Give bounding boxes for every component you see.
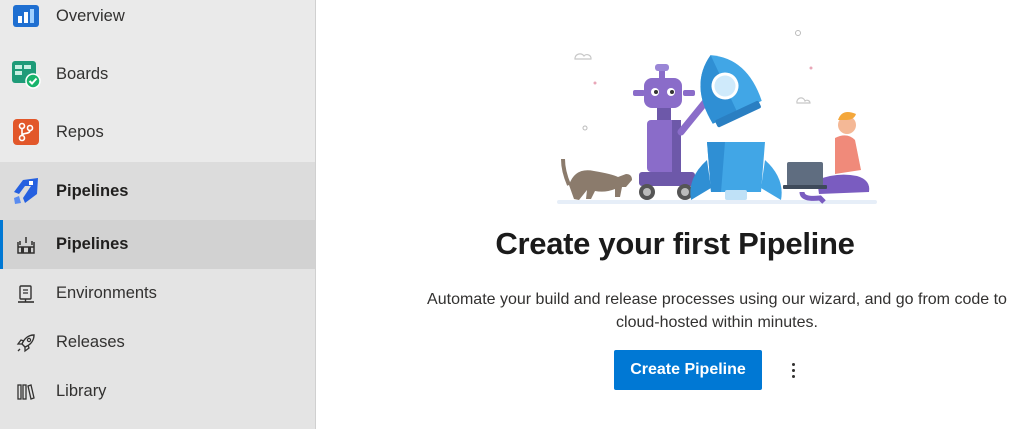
create-pipeline-button[interactable]: Create Pipeline	[614, 350, 762, 390]
sidebar-subitem-environments[interactable]: Environments	[0, 269, 315, 318]
releases-rocket-icon	[14, 331, 38, 355]
sidebar-item-label: Pipelines	[56, 235, 129, 253]
sidebar-item-repos[interactable]: Repos	[0, 103, 315, 161]
repos-icon	[11, 117, 41, 147]
sidebar-item-label: Environments	[56, 284, 157, 302]
pipelines-sub-icon	[14, 233, 38, 257]
sidebar-item-pipelines[interactable]: Pipelines	[0, 162, 315, 220]
sidebar: Overview Boards Repos Pipelines Pipeline…	[0, 0, 316, 429]
sidebar-subitem-pipelines[interactable]: Pipelines	[0, 220, 315, 269]
page-title: Create your first Pipeline	[495, 226, 855, 261]
page-description: Automate your build and release processe…	[427, 291, 1007, 331]
sidebar-item-label: Pipelines	[56, 181, 129, 200]
boards-icon	[11, 59, 41, 89]
sidebar-subitem-releases[interactable]: Releases	[0, 318, 315, 367]
main-content: Create your first Pipeline Automate your…	[317, 0, 1033, 429]
more-dot	[791, 362, 795, 366]
sidebar-item-label: Repos	[56, 122, 104, 141]
more-dot	[791, 368, 795, 372]
library-icon	[14, 380, 38, 404]
sidebar-subitem-library[interactable]: Library	[0, 367, 315, 416]
sidebar-item-label: Releases	[56, 333, 125, 351]
overview-icon	[11, 1, 41, 31]
pipelines-icon	[11, 176, 41, 206]
sidebar-item-label: Library	[56, 382, 107, 400]
sidebar-item-label: Boards	[56, 64, 109, 83]
sidebar-item-overview[interactable]: Overview	[0, 0, 315, 45]
sidebar-item-boards[interactable]: Boards	[0, 45, 315, 103]
more-dot	[791, 374, 795, 378]
pipeline-illustration	[547, 20, 887, 212]
environments-icon	[14, 282, 38, 306]
sidebar-item-label: Overview	[56, 6, 125, 25]
more-options-icon[interactable]	[779, 355, 807, 385]
